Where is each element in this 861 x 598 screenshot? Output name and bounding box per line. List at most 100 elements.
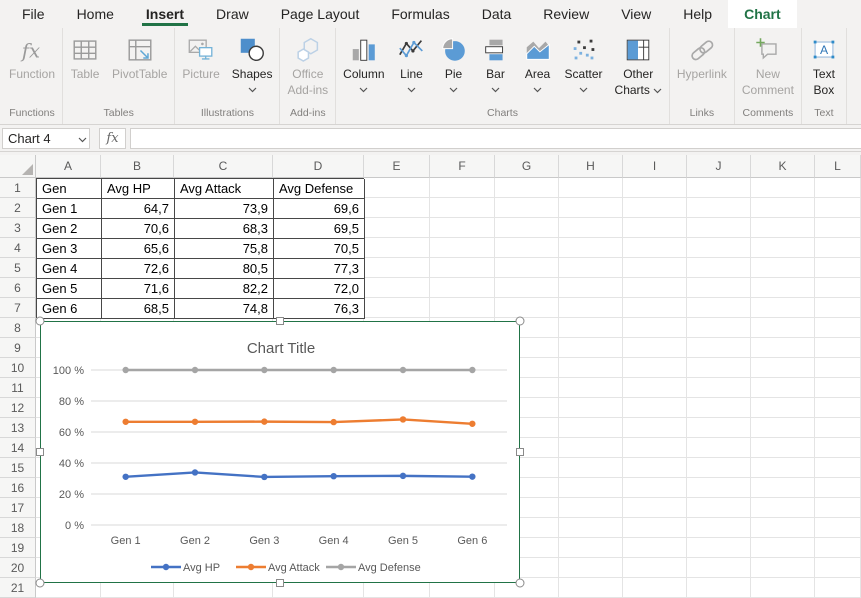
table-cell[interactable]: 71,6 <box>102 279 175 299</box>
column-header-a[interactable]: A <box>36 155 101 178</box>
tab-file[interactable]: File <box>6 0 61 28</box>
other-charts-button[interactable]: Other Charts <box>609 34 668 99</box>
line-button[interactable]: Line <box>391 34 433 94</box>
column-header-l[interactable]: L <box>815 155 861 178</box>
tab-chart[interactable]: Chart <box>728 0 797 28</box>
row-header-21[interactable]: 21 <box>0 578 36 598</box>
column-header-f[interactable]: F <box>430 155 495 178</box>
table-cell[interactable]: 73,9 <box>175 199 274 219</box>
table-cell[interactable]: 65,6 <box>102 239 175 259</box>
row-header-20[interactable]: 20 <box>0 558 36 578</box>
table-cell[interactable]: 68,5 <box>102 299 175 319</box>
data-point[interactable] <box>192 469 198 475</box>
table-cell[interactable]: 69,5 <box>274 219 365 239</box>
table-cell[interactable]: Gen 6 <box>37 299 102 319</box>
data-point[interactable] <box>261 418 267 424</box>
chevron-down-icon[interactable] <box>78 131 87 146</box>
table-cell[interactable]: 68,3 <box>175 219 274 239</box>
table-header-cell[interactable]: Avg Defense <box>274 179 365 199</box>
tab-draw[interactable]: Draw <box>200 0 265 28</box>
row-header-5[interactable]: 5 <box>0 258 36 278</box>
data-point[interactable] <box>400 473 406 479</box>
selection-handle[interactable] <box>36 579 45 588</box>
table-cell[interactable]: Gen 2 <box>37 219 102 239</box>
table-cell[interactable]: 77,3 <box>274 259 365 279</box>
column-header-d[interactable]: D <box>273 155 364 178</box>
data-point[interactable] <box>122 419 128 425</box>
name-box[interactable]: Chart 4 <box>2 128 90 149</box>
series-avg-hp[interactable] <box>126 472 473 476</box>
table-header-cell[interactable]: Avg HP <box>102 179 175 199</box>
chart-title[interactable]: Chart Title <box>247 340 315 357</box>
scatter-button[interactable]: Scatter <box>559 34 609 94</box>
row-header-12[interactable]: 12 <box>0 398 36 418</box>
column-header-g[interactable]: G <box>495 155 559 178</box>
tab-data[interactable]: Data <box>466 0 528 28</box>
legend-label[interactable]: Avg HP <box>183 562 220 574</box>
table-cell[interactable]: 72,0 <box>274 279 365 299</box>
row-header-11[interactable]: 11 <box>0 378 36 398</box>
column-header-e[interactable]: E <box>364 155 430 178</box>
table-cell[interactable]: Gen 5 <box>37 279 102 299</box>
selection-handle[interactable] <box>276 579 284 587</box>
data-point[interactable] <box>192 367 198 373</box>
row-header-10[interactable]: 10 <box>0 358 36 378</box>
data-point[interactable] <box>122 474 128 480</box>
row-header-4[interactable]: 4 <box>0 238 36 258</box>
select-all-button[interactable] <box>0 155 36 178</box>
bar-button[interactable]: Bar <box>475 34 517 94</box>
series-avg-attack[interactable] <box>126 419 473 423</box>
column-header-i[interactable]: I <box>623 155 687 178</box>
data-point[interactable] <box>469 421 475 427</box>
selection-handle[interactable] <box>516 579 525 588</box>
row-header-14[interactable]: 14 <box>0 438 36 458</box>
selection-handle[interactable] <box>516 317 525 326</box>
data-point[interactable] <box>122 367 128 373</box>
selection-handle[interactable] <box>36 448 44 456</box>
row-header-15[interactable]: 15 <box>0 458 36 478</box>
pie-button[interactable]: Pie <box>433 34 475 94</box>
selection-handle[interactable] <box>276 317 284 325</box>
table-cell[interactable]: Gen 4 <box>37 259 102 279</box>
row-header-7[interactable]: 7 <box>0 298 36 318</box>
tab-home[interactable]: Home <box>61 0 130 28</box>
insert-function-button[interactable]: fx <box>99 128 126 149</box>
legend-label[interactable]: Avg Attack <box>268 562 320 574</box>
column-header-b[interactable]: B <box>101 155 174 178</box>
selection-handle[interactable] <box>36 317 45 326</box>
text-box-button[interactable]: AText Box <box>803 34 845 99</box>
row-header-2[interactable]: 2 <box>0 198 36 218</box>
data-point[interactable] <box>469 473 475 479</box>
row-header-19[interactable]: 19 <box>0 538 36 558</box>
column-header-k[interactable]: K <box>751 155 815 178</box>
table-cell[interactable]: 70,5 <box>274 239 365 259</box>
row-header-9[interactable]: 9 <box>0 338 36 358</box>
table-cell[interactable]: 75,8 <box>175 239 274 259</box>
tab-page-layout[interactable]: Page Layout <box>265 0 376 28</box>
data-point[interactable] <box>192 419 198 425</box>
data-point[interactable] <box>469 367 475 373</box>
table-cell[interactable]: 69,6 <box>274 199 365 219</box>
data-point[interactable] <box>330 473 336 479</box>
shapes-button[interactable]: Shapes <box>226 34 279 94</box>
tab-insert[interactable]: Insert <box>130 0 200 28</box>
data-point[interactable] <box>330 367 336 373</box>
table-cell[interactable]: 64,7 <box>102 199 175 219</box>
data-point[interactable] <box>330 419 336 425</box>
data-point[interactable] <box>400 367 406 373</box>
row-header-3[interactable]: 3 <box>0 218 36 238</box>
column-header-h[interactable]: H <box>559 155 623 178</box>
column-button[interactable]: Column <box>337 34 390 94</box>
tab-help[interactable]: Help <box>667 0 728 28</box>
table-cell[interactable]: 70,6 <box>102 219 175 239</box>
tab-review[interactable]: Review <box>527 0 605 28</box>
table-cell[interactable]: 80,5 <box>175 259 274 279</box>
row-header-13[interactable]: 13 <box>0 418 36 438</box>
table-cell[interactable]: 82,2 <box>175 279 274 299</box>
column-header-c[interactable]: C <box>174 155 273 178</box>
data-point[interactable] <box>400 416 406 422</box>
row-header-17[interactable]: 17 <box>0 498 36 518</box>
data-point[interactable] <box>261 474 267 480</box>
row-header-8[interactable]: 8 <box>0 318 36 338</box>
data-point[interactable] <box>261 367 267 373</box>
